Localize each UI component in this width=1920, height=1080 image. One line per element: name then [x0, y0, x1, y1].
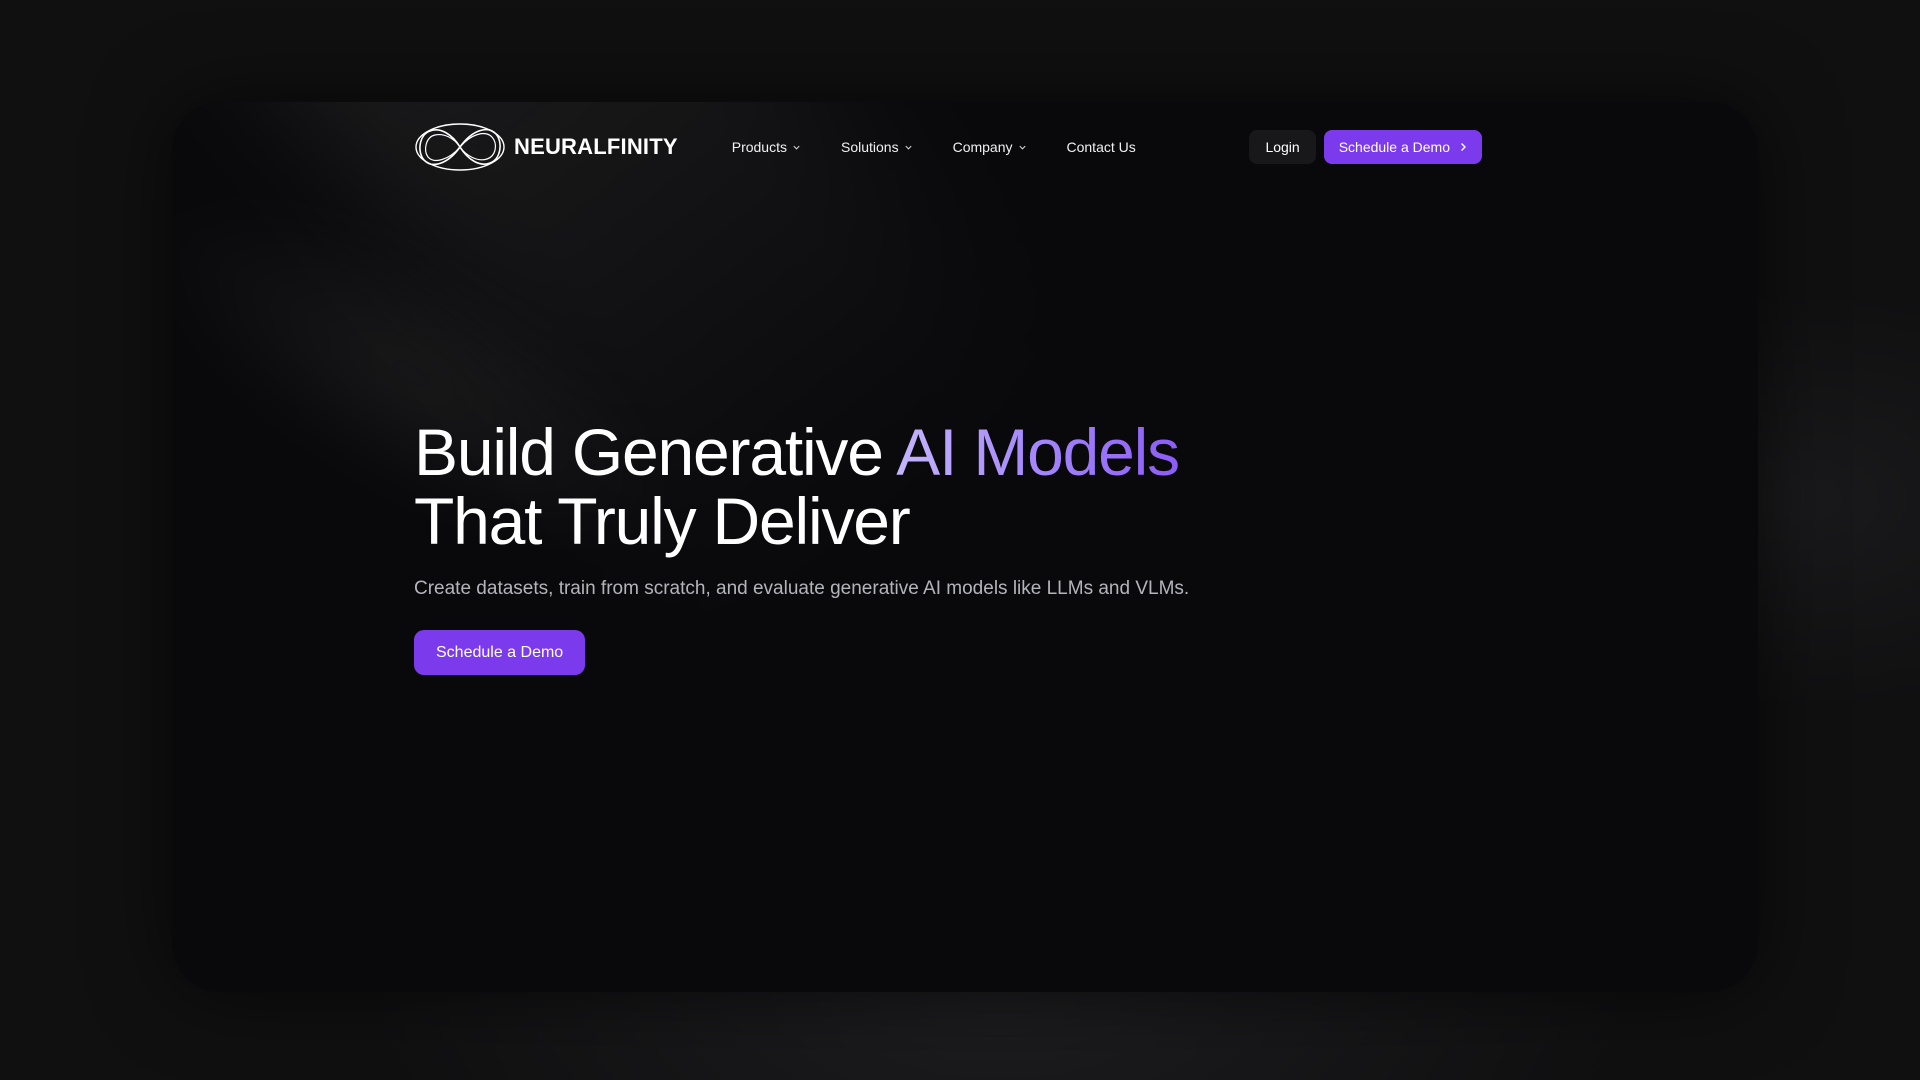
nav-item-label: Solutions [840, 139, 899, 155]
nav-links: Products Solutions Company Contact Us [732, 139, 1136, 155]
infinity-logo-icon [415, 123, 505, 171]
hero-title-line-1: Build Generative AI Models [414, 418, 1514, 487]
nav-item-label: Products [731, 139, 787, 155]
page: NEURALFINITY Products Solutions Company … [0, 0, 1920, 1080]
chevron-right-icon [1461, 143, 1466, 151]
nav-actions: Login Schedule a Demo [1249, 130, 1482, 164]
nav-item-solutions[interactable]: Solutions [841, 139, 913, 155]
hero-subtitle: Create datasets, train from scratch, and… [414, 578, 1190, 599]
nav-item-company[interactable]: Company [953, 139, 1027, 155]
chevron-down-icon [1018, 145, 1026, 150]
chevron-down-icon [793, 145, 800, 150]
nav-item-contact-us[interactable]: Contact Us [1067, 139, 1136, 155]
hero-title-line-2: That Truly Deliver [414, 484, 911, 558]
brand-link[interactable]: NEURALFINITY [414, 122, 678, 172]
schedule-demo-nav-button[interactable]: Schedule a Demo [1323, 130, 1482, 164]
hero-title: Build Generative AI Models That Truly De… [414, 418, 1514, 556]
hero-title-part: Build Generative [414, 415, 897, 489]
nav-item-products[interactable]: Products [732, 139, 801, 155]
hero-section: Build Generative AI Models That Truly De… [414, 418, 1514, 675]
hero-title-accent: AI Models [896, 415, 1180, 489]
schedule-demo-label: Schedule a Demo [1338, 139, 1450, 155]
chevron-down-icon [904, 145, 912, 150]
brand-name: NEURALFINITY [514, 134, 678, 159]
schedule-demo-hero-button[interactable]: Schedule a Demo [414, 630, 586, 675]
top-navbar: NEURALFINITY Products Solutions Company … [414, 122, 1482, 172]
nav-item-label: Contact Us [1066, 139, 1136, 155]
login-button[interactable]: Login [1249, 130, 1316, 164]
nav-item-label: Company [952, 139, 1013, 155]
